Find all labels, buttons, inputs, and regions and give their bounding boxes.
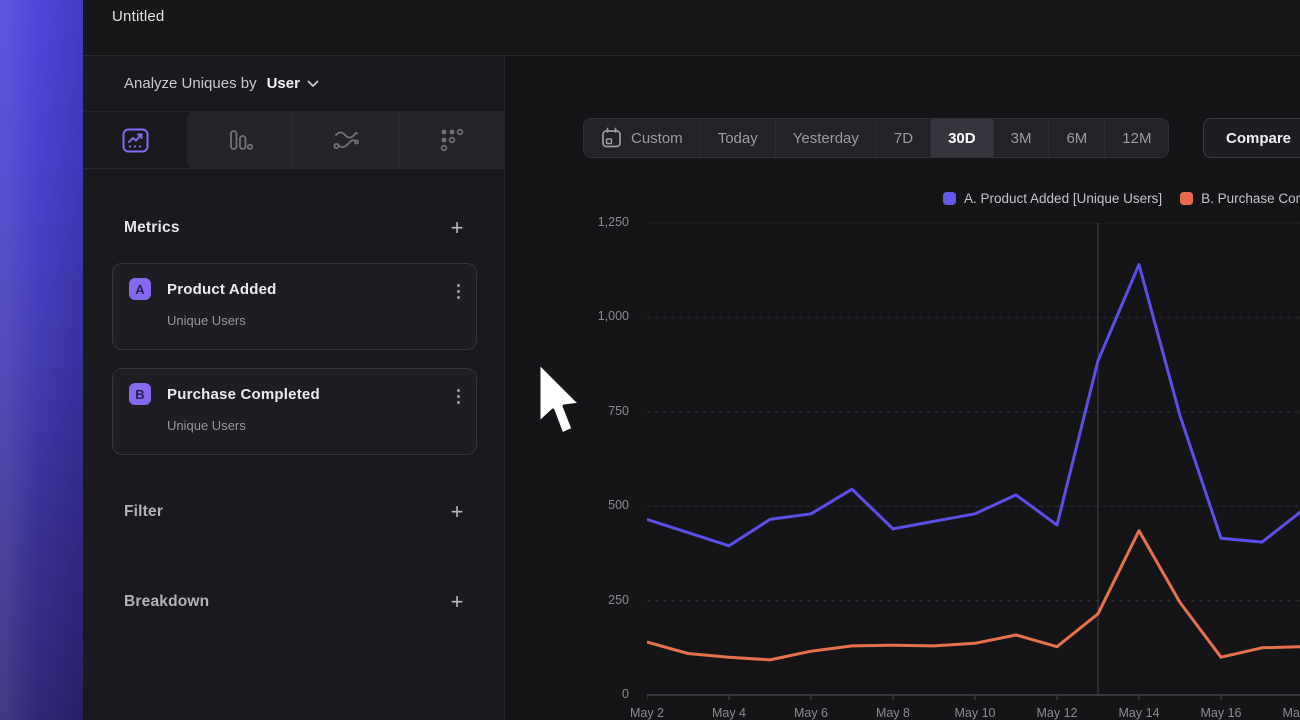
range-today[interactable]: Today [700, 119, 775, 157]
metric-badge-a: A [129, 278, 151, 300]
tab-retention[interactable] [398, 112, 504, 168]
retention-grid-icon [439, 127, 465, 153]
add-filter-button[interactable]: + [443, 498, 471, 526]
line-chart[interactable] [647, 223, 1300, 703]
chart-type-tabs [83, 112, 504, 169]
metric-badge-b: B [129, 383, 151, 405]
query-sidebar: Analyze Uniques by User [83, 56, 505, 720]
chart-legend: A. Product Added [Unique Users] B. Purcha… [943, 191, 1300, 206]
legend-item-b[interactable]: B. Purchase Completed [Unique Users] [1180, 191, 1300, 206]
filter-header: Filter + [112, 501, 477, 523]
range-30d[interactable]: 30D [930, 119, 993, 157]
analyze-by-value[interactable]: User [267, 75, 300, 92]
breakdown-title: Breakdown [112, 593, 209, 611]
tab-bar-chart[interactable] [187, 112, 292, 168]
flows-icon [332, 128, 360, 152]
x-tick-label: May 12 [1017, 706, 1097, 720]
compare-button[interactable]: Compare [1203, 118, 1300, 158]
range-yesterday[interactable]: Yesterday [775, 119, 876, 157]
metrics-section: Metrics + A Product Added Unique Users B… [112, 217, 477, 613]
x-tick-label: May 14 [1099, 706, 1179, 720]
metric-name[interactable]: Purchase Completed [167, 386, 320, 403]
decorative-gradient-strip [0, 0, 83, 720]
x-tick-label: May 18 [1263, 706, 1300, 720]
metric-card-a[interactable]: A Product Added Unique Users [112, 263, 477, 350]
y-tick-label: 1,250 [569, 215, 629, 229]
bar-chart-icon [226, 128, 254, 152]
legend-item-a[interactable]: A. Product Added [Unique Users] [943, 191, 1162, 206]
metric-measurement[interactable]: Unique Users [113, 418, 476, 433]
add-metric-button[interactable]: + [443, 214, 471, 242]
series-line-a[interactable] [647, 265, 1300, 546]
top-bar: Untitled [83, 0, 1300, 56]
y-tick-label: 0 [569, 687, 629, 701]
tab-line-chart[interactable] [83, 112, 187, 168]
legend-swatch [1180, 192, 1193, 205]
metrics-header: Metrics + [112, 217, 477, 239]
x-tick-label: May 8 [853, 706, 933, 720]
x-tick-label: May 4 [689, 706, 769, 720]
range-12m[interactable]: 12M [1104, 119, 1168, 157]
chart-panel: CustomTodayYesterday7D30D3M6M12M Compare… [505, 56, 1300, 720]
chart-type-tab-group [187, 112, 504, 168]
chevron-down-icon[interactable] [307, 80, 319, 88]
report-title[interactable]: Untitled [112, 8, 164, 25]
range-3m[interactable]: 3M [993, 119, 1049, 157]
range-custom[interactable]: Custom [584, 119, 700, 157]
metrics-title: Metrics [112, 219, 180, 237]
y-tick-label: 500 [569, 498, 629, 512]
y-tick-label: 250 [569, 593, 629, 607]
x-tick-label: May 16 [1181, 706, 1261, 720]
metric-card-b[interactable]: B Purchase Completed Unique Users [112, 368, 477, 455]
metric-options-icon[interactable] [457, 284, 460, 299]
analyze-by-label: Analyze Uniques by [124, 75, 257, 92]
y-tick-label: 1,000 [569, 309, 629, 323]
metric-options-icon[interactable] [457, 389, 460, 404]
mouse-cursor [536, 361, 582, 437]
calendar-icon [601, 127, 622, 149]
legend-label: B. Purchase Completed [Unique Users] [1201, 191, 1300, 206]
filter-title: Filter [112, 503, 163, 521]
legend-swatch [943, 192, 956, 205]
tab-flows[interactable] [292, 112, 398, 168]
add-breakdown-button[interactable]: + [443, 588, 471, 616]
analyze-by-row: Analyze Uniques by User [83, 56, 504, 112]
line-chart-icon [122, 128, 149, 153]
range-6m[interactable]: 6M [1048, 119, 1104, 157]
metric-measurement[interactable]: Unique Users [113, 313, 476, 328]
x-tick-label: May 2 [607, 706, 687, 720]
series-line-b[interactable] [647, 531, 1300, 660]
x-tick-label: May 10 [935, 706, 1015, 720]
metric-name[interactable]: Product Added [167, 281, 277, 298]
legend-label: A. Product Added [Unique Users] [964, 191, 1162, 206]
breakdown-header: Breakdown + [112, 591, 477, 613]
app-window: Untitled Analyze Uniques by User [0, 0, 1300, 720]
range-7d[interactable]: 7D [876, 119, 930, 157]
x-tick-label: May 6 [771, 706, 851, 720]
date-range-selector: CustomTodayYesterday7D30D3M6M12M [583, 118, 1169, 158]
